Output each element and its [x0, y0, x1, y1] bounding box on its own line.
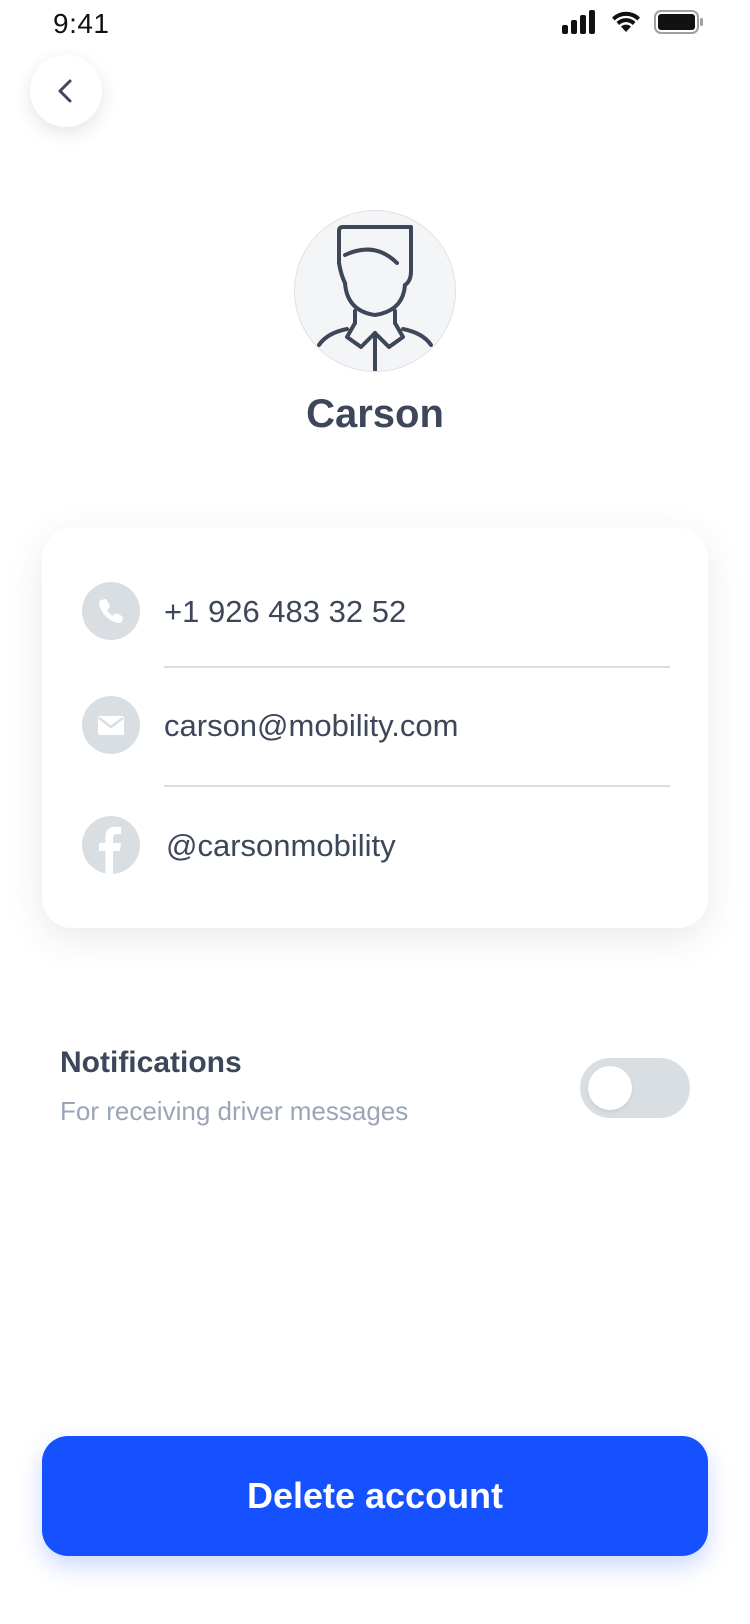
notifications-subtitle: For receiving driver messages	[60, 1096, 409, 1126]
phone-value: +1 926 483 32 52	[164, 594, 407, 629]
contact-card: +1 926 483 32 52 carson@mobility.com @ca…	[42, 528, 708, 928]
chevron-left-icon	[58, 79, 72, 103]
back-button[interactable]	[30, 55, 102, 127]
battery-icon	[654, 10, 703, 34]
divider	[164, 666, 670, 668]
toggle-knob	[588, 1066, 632, 1110]
mail-icon	[82, 696, 140, 754]
divider	[164, 785, 670, 787]
wifi-icon	[612, 11, 640, 32]
facebook-icon	[82, 816, 140, 874]
phone-icon	[82, 582, 140, 640]
profile-name: Carson	[306, 392, 444, 436]
notifications-toggle[interactable]	[580, 1058, 690, 1118]
status-icons	[562, 10, 704, 34]
cellular-signal-icon	[562, 10, 595, 34]
facebook-value: @carsonmobility	[166, 828, 396, 863]
status-time: 9:41	[53, 8, 110, 39]
email-value: carson@mobility.com	[164, 708, 459, 743]
delete-account-button[interactable]: Delete account	[42, 1436, 708, 1556]
contact-row-email[interactable]: carson@mobility.com	[42, 696, 708, 756]
delete-account-label: Delete account	[246, 1475, 504, 1516]
notifications-title: Notifications	[60, 1046, 242, 1079]
contact-row-facebook[interactable]: @carsonmobility	[42, 816, 708, 876]
user-avatar-icon	[317, 225, 433, 371]
avatar	[294, 210, 456, 372]
contact-row-phone[interactable]: +1 926 483 32 52	[42, 582, 708, 642]
status-bar: 9:41	[0, 0, 750, 50]
